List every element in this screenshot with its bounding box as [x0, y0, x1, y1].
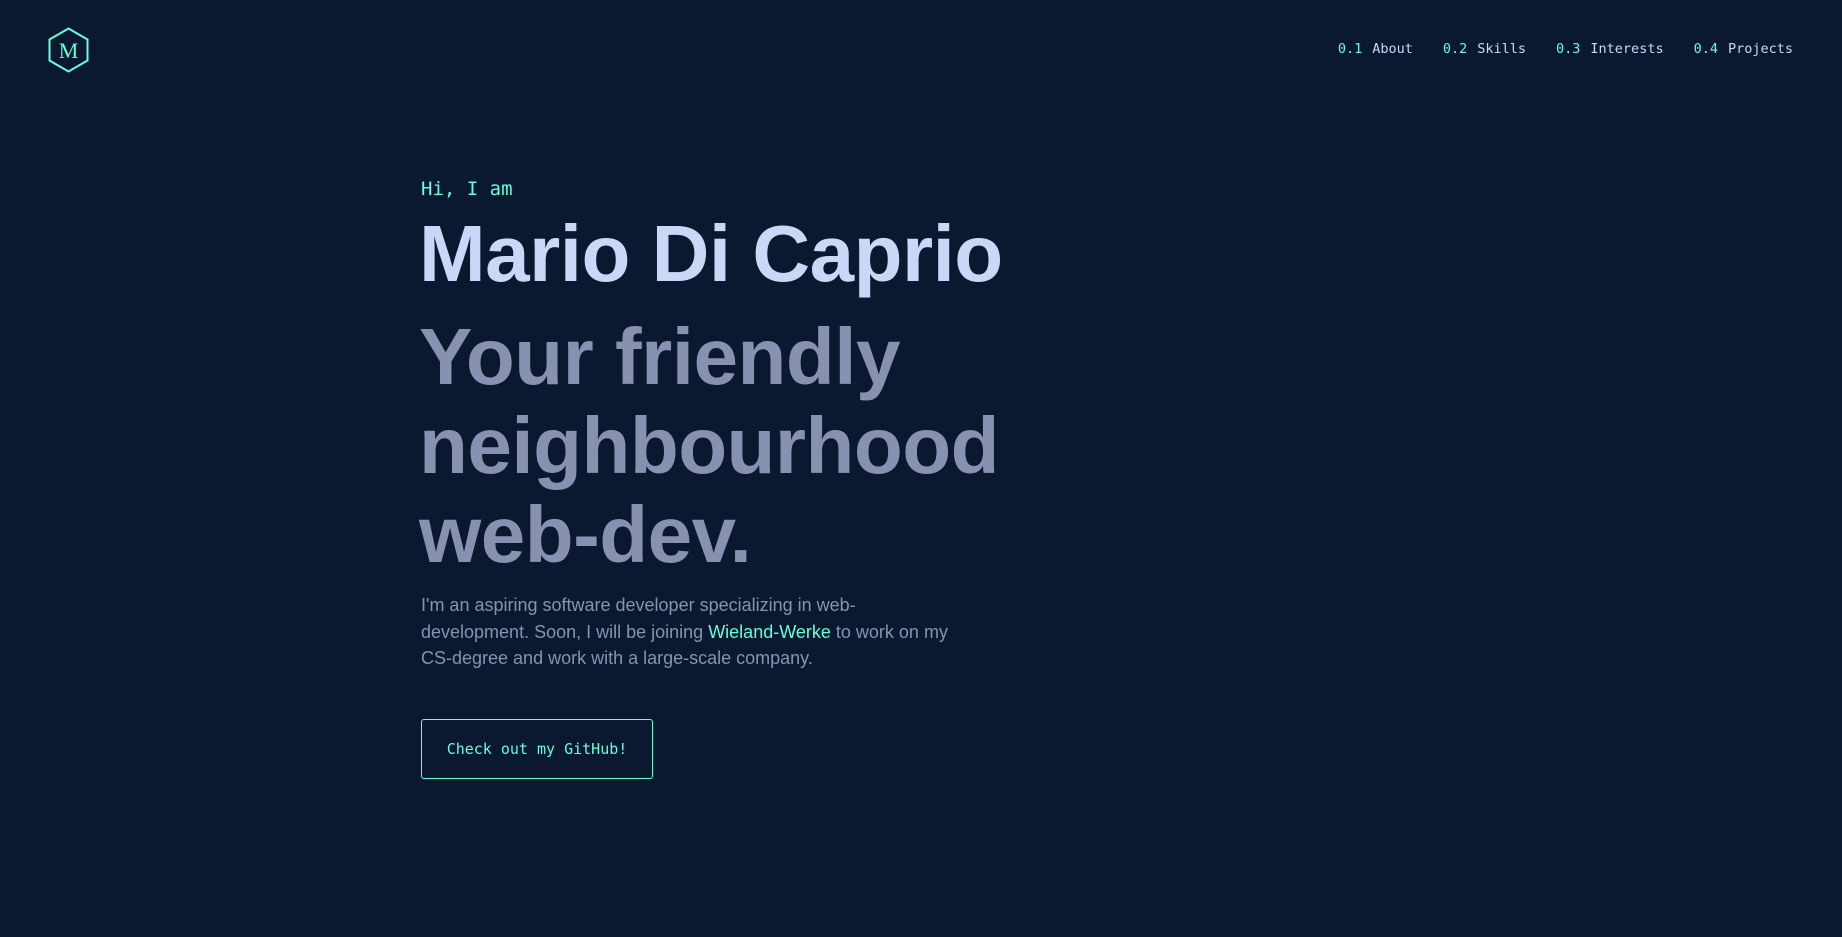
hero-intro: I'm an aspiring software developer speci… — [421, 592, 981, 672]
logo[interactable]: M — [48, 27, 89, 73]
top-nav: 0.1 About 0.2 Skills 0.3 Interests 0.4 P… — [1338, 41, 1793, 57]
hexagon-logo-icon: M — [48, 27, 89, 73]
hero-greeting: Hi, I am — [421, 178, 513, 200]
nav-item-about[interactable]: 0.1 About — [1338, 41, 1413, 57]
intro-line: I'm an aspiring software developer speci… — [421, 595, 856, 615]
nav-item-label: About — [1372, 41, 1413, 57]
nav-item-label: Projects — [1727, 41, 1793, 57]
nav-item-label: Skills — [1477, 41, 1527, 57]
nav-item-interests[interactable]: 0.3 Interests — [1556, 41, 1664, 57]
nav-item-number: 0.4 — [1693, 41, 1718, 57]
intro-text: to work on my — [830, 621, 948, 642]
github-button[interactable]: Check out my GitHub! — [421, 719, 653, 779]
intro-text: development. Soon, I will be joining — [421, 621, 709, 642]
nav-item-skills[interactable]: 0.2 Skills — [1443, 41, 1526, 57]
nav-item-projects[interactable]: 0.4 Projects — [1694, 41, 1793, 57]
nav-item-number: 0.2 — [1442, 41, 1468, 57]
intro-line: development. Soon, I will be joining Wie… — [421, 619, 981, 646]
nav-item-number: 0.3 — [1556, 41, 1581, 57]
nav-item-label: Interests — [1590, 41, 1664, 57]
tagline-line: web-dev. — [419, 490, 752, 579]
hero-name: Mario Di Caprio — [419, 209, 1003, 298]
hero-tagline: Your friendly neighbourhood web-dev. — [419, 312, 1119, 579]
intro-line: CS-degree and work with a large-scale co… — [421, 648, 813, 668]
tagline-line: neighbourhood — [419, 401, 1000, 490]
logo-letter: M — [59, 38, 79, 63]
tagline-line: Your friendly — [419, 312, 900, 401]
company-link[interactable]: Wieland-Werke — [708, 622, 831, 642]
nav-item-number: 0.1 — [1337, 41, 1363, 57]
